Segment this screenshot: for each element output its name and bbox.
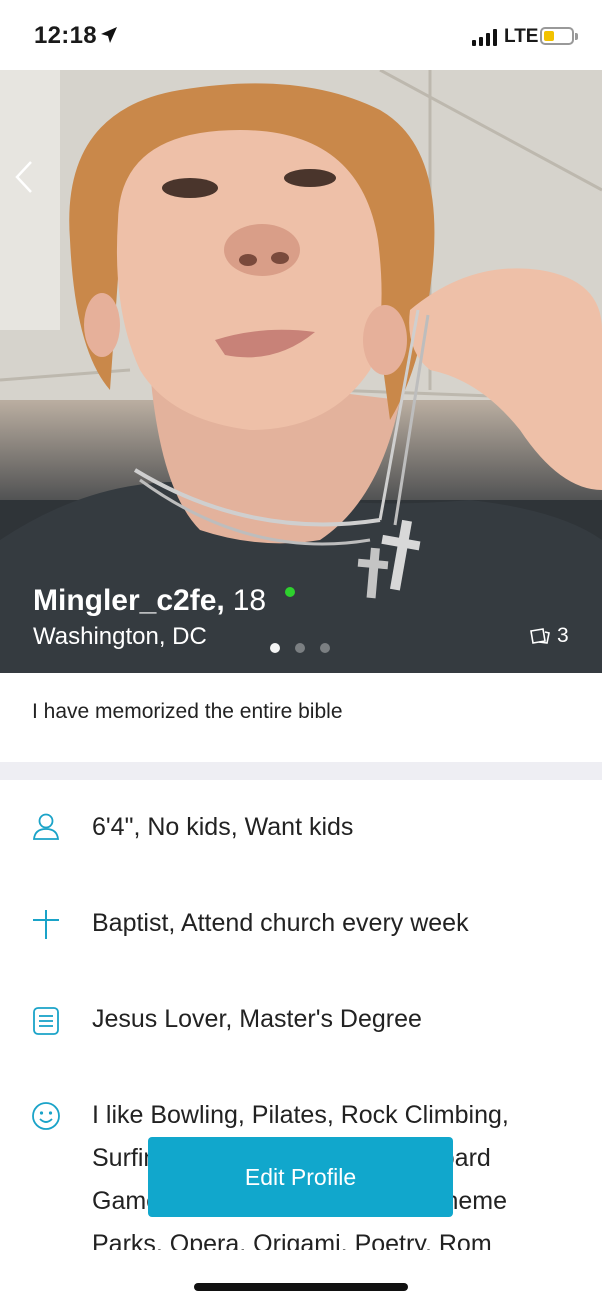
status-time: 12:18 xyxy=(34,22,97,49)
detail-text-education: Jesus Lover, Master's Degree xyxy=(92,1005,422,1033)
profile-photo[interactable] xyxy=(0,70,602,673)
document-icon xyxy=(33,1007,59,1035)
photo-dot-1[interactable] xyxy=(270,643,280,653)
profile-location: Washington, DC xyxy=(33,623,207,650)
smiley-icon xyxy=(32,1102,60,1130)
edit-profile-button[interactable]: Edit Profile xyxy=(148,1137,453,1217)
network-label: LTE xyxy=(504,26,539,47)
battery-icon xyxy=(540,27,578,45)
detail-text-religion: Baptist, Attend church every week xyxy=(92,909,469,937)
photos-icon xyxy=(530,628,550,644)
photo-dot-2[interactable] xyxy=(295,643,305,653)
profile-name-line: Mingler_c2fe, 18 xyxy=(33,584,266,618)
location-arrow-icon xyxy=(101,27,117,43)
profile-photo-image xyxy=(0,70,602,673)
person-icon xyxy=(33,813,59,840)
profile-age: 18 xyxy=(232,584,267,617)
photo-count[interactable]: 3 xyxy=(529,624,569,648)
status-bar: 12:18 LTE xyxy=(0,0,602,70)
photo-count-value: 3 xyxy=(557,624,569,647)
chevron-left-icon[interactable] xyxy=(14,160,34,194)
signal-icon xyxy=(472,28,497,46)
cross-icon xyxy=(33,910,59,939)
photo-dot-3[interactable] xyxy=(320,643,330,653)
detail-text-basics: 6'4", No kids, Want kids xyxy=(92,813,354,841)
section-divider xyxy=(0,762,602,780)
home-indicator[interactable] xyxy=(194,1283,408,1291)
online-indicator xyxy=(285,587,295,597)
photo-pagination[interactable] xyxy=(270,643,330,653)
profile-username: Mingler_c2fe, xyxy=(33,584,225,617)
profile-headline: I have memorized the entire bible xyxy=(32,700,343,723)
